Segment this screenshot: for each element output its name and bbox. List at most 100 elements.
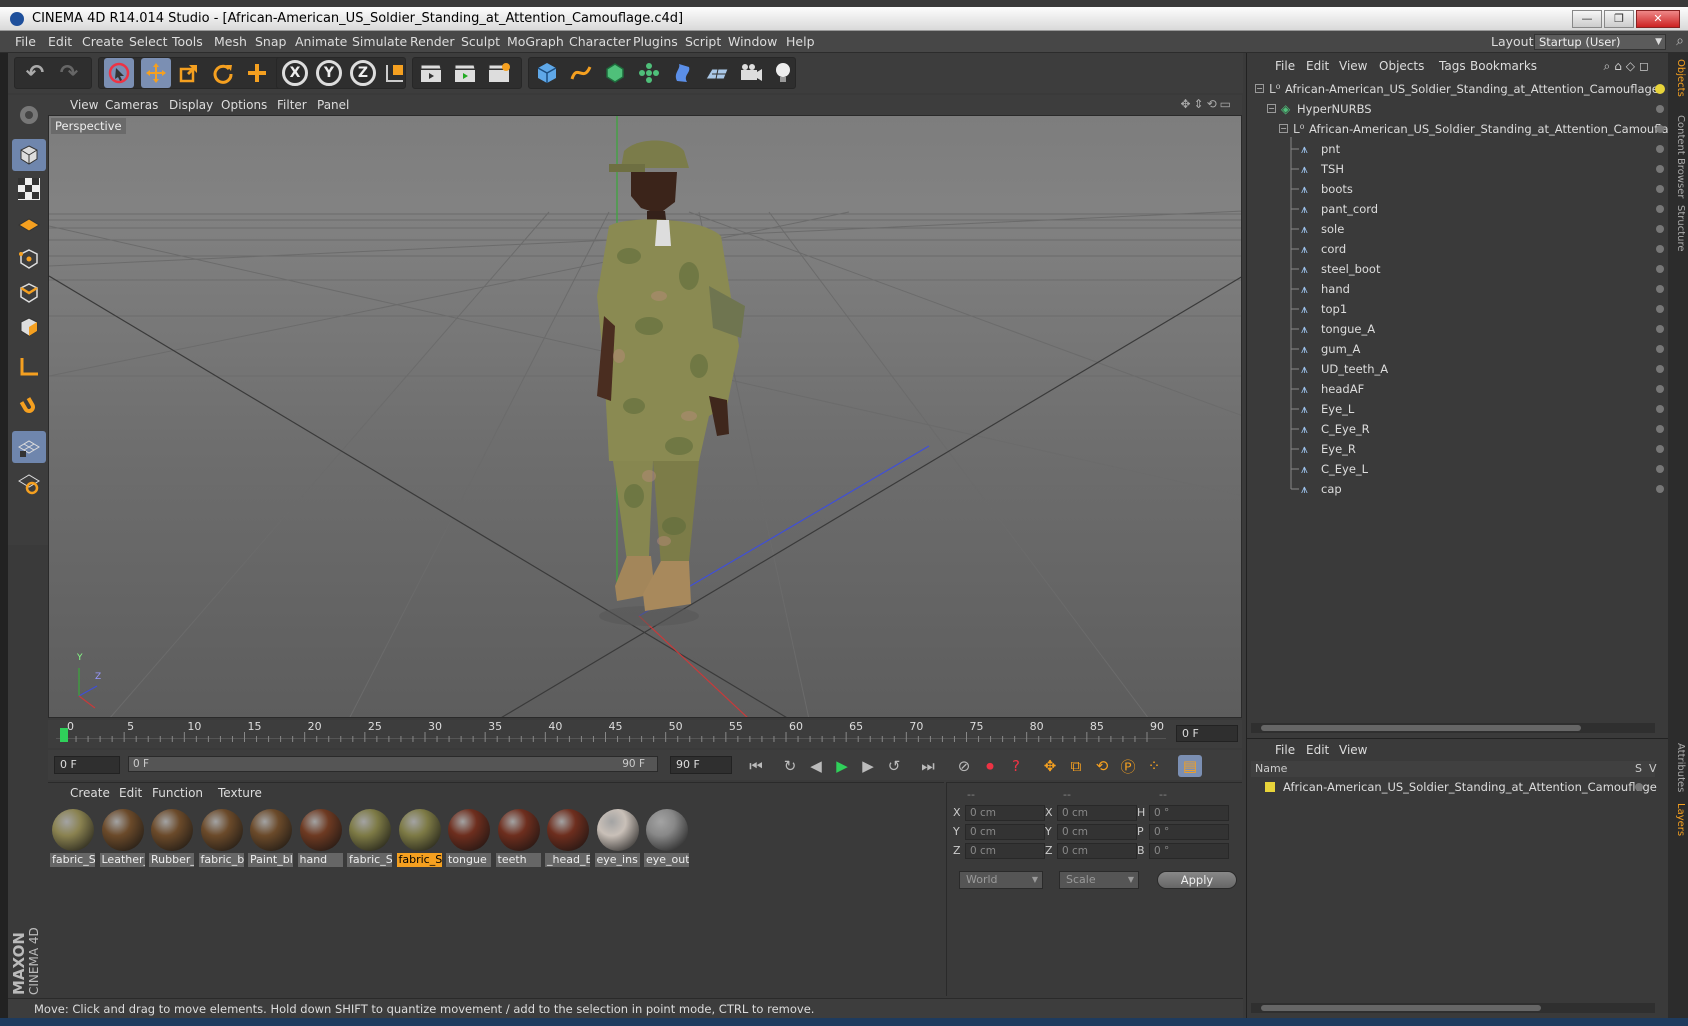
material-swatch[interactable]: teeth (495, 807, 541, 867)
material-swatch[interactable]: fabric_S (50, 807, 95, 867)
edges-mode-button[interactable] (12, 277, 46, 309)
rotate-tool-button[interactable] (208, 58, 238, 88)
tree-item-sole[interactable]: ⩚ sole (1247, 219, 1664, 239)
tree-item-group[interactable]: − L⁰ African-American_US_Soldier_Standin… (1247, 119, 1683, 139)
max-frame-field[interactable]: 90 F (670, 756, 732, 774)
scrollbar-thumb[interactable] (1261, 1005, 1541, 1011)
snap-enable-button[interactable] (12, 431, 46, 463)
tree-item-boots[interactable]: ⩚ boots (1247, 179, 1664, 199)
menu-render[interactable]: Render (410, 31, 455, 53)
coord-value-field[interactable]: 0 cm (965, 843, 1045, 859)
visibility-dot[interactable] (1656, 185, 1664, 193)
tree-item-c_eye_r[interactable]: ⩚ C_Eye_R (1247, 419, 1664, 439)
tree-item-tongue_a[interactable]: ⩚ tongue_A (1247, 319, 1664, 339)
side-tab-attributes[interactable]: Attributes (1670, 743, 1686, 792)
object-manager-icons[interactable]: ⌕⌂◇◻ (1603, 59, 1653, 74)
make-editable-button[interactable] (12, 99, 46, 131)
viewport-menu-cameras[interactable]: Cameras (105, 95, 158, 115)
menu-select[interactable]: Select (129, 31, 168, 53)
workplane-mode-button[interactable] (12, 207, 46, 239)
add-spline-button[interactable] (566, 58, 596, 88)
side-tab-content-browser[interactable]: Content Browser (1670, 115, 1686, 198)
tree-item-cord[interactable]: ⩚ cord (1247, 239, 1664, 259)
texture-mode-button[interactable] (12, 173, 46, 205)
tree-item-eye_r[interactable]: ⩚ Eye_R (1247, 439, 1664, 459)
tree-item-pnt[interactable]: ⩚ pnt (1247, 139, 1664, 159)
coord-value-field[interactable]: 0 ° (1149, 843, 1229, 859)
autokey-button[interactable]: ⏺ (978, 755, 1002, 777)
render-picture-viewer-button[interactable] (450, 58, 480, 88)
material-swatch[interactable]: Rubber_ (149, 807, 194, 867)
render-view-button[interactable] (416, 58, 446, 88)
current-frame-field[interactable]: 0 F (1176, 725, 1238, 742)
visibility-dot[interactable] (1656, 345, 1664, 353)
collapse-icon[interactable]: − (1279, 124, 1288, 133)
layer-menu-view[interactable]: View (1339, 739, 1367, 761)
coord-value-field[interactable]: 0 cm (1057, 805, 1137, 821)
tree-item-c_eye_l[interactable]: ⩚ C_Eye_L (1247, 459, 1664, 479)
coord-value-field[interactable]: 0 cm (1057, 843, 1137, 859)
object-menu-tags[interactable]: Tags (1439, 55, 1466, 77)
visibility-dot[interactable] (1656, 445, 1664, 453)
layers-horizontal-scrollbar[interactable] (1251, 1003, 1655, 1013)
axis-mode-button[interactable] (12, 351, 46, 383)
menu-file[interactable]: File (15, 31, 36, 53)
coord-value-field[interactable]: 0 ° (1149, 805, 1229, 821)
key-pla-button[interactable]: ⁘ (1142, 755, 1166, 777)
material-swatch[interactable]: hand (297, 807, 343, 867)
play-button[interactable]: ▶ (830, 755, 854, 777)
y-axis-button[interactable]: Y (314, 58, 344, 88)
minimize-button[interactable]: — (1572, 10, 1602, 28)
tree-item-steel_boot[interactable]: ⩚ steel_boot (1247, 259, 1664, 279)
visibility-dot[interactable] (1656, 485, 1664, 493)
viewport-menu-options[interactable]: Options (221, 95, 267, 115)
tree-item-root[interactable]: − L⁰ African-American_US_Soldier_Standin… (1247, 79, 1665, 99)
tree-item-cap[interactable]: ⩚ cap (1247, 479, 1664, 499)
visibility-dot[interactable] (1656, 305, 1664, 313)
collapse-icon[interactable]: − (1267, 104, 1276, 113)
side-tab-objects[interactable]: Objects (1670, 59, 1686, 97)
x-axis-button[interactable]: X (280, 58, 310, 88)
key-parameter-button[interactable]: Ⓟ (1116, 755, 1140, 777)
tree-item-tsh[interactable]: ⩚ TSH (1247, 159, 1664, 179)
visibility-dot[interactable] (1656, 425, 1664, 433)
tree-item-gum_a[interactable]: ⩚ gum_A (1247, 339, 1664, 359)
menu-simulate[interactable]: Simulate (352, 31, 407, 53)
viewport-nav-icons[interactable]: ✥⇕⟲▭ (1180, 97, 1234, 111)
material-menu-create[interactable]: Create (70, 783, 110, 803)
menu-sculpt[interactable]: Sculpt (461, 31, 500, 53)
material-menu-texture[interactable]: Texture (218, 783, 262, 803)
redo-button[interactable]: ↷ (54, 58, 84, 88)
model-mode-button[interactable] (12, 139, 46, 171)
scrollbar-thumb[interactable] (1261, 725, 1581, 731)
visibility-dot[interactable] (1656, 365, 1664, 373)
goto-end-button[interactable]: ⏭ (916, 755, 940, 777)
add-scene-button[interactable] (702, 58, 732, 88)
visibility-dot[interactable] (1656, 405, 1664, 413)
key-scale-button[interactable]: ⧉ (1064, 755, 1088, 777)
coord-size-mode-dropdown[interactable]: Scale ▼ (1059, 871, 1139, 889)
next-key-button[interactable]: ↺ (882, 755, 906, 777)
live-selection-button[interactable] (104, 58, 134, 88)
viewport-menu-display[interactable]: Display (169, 95, 213, 115)
material-menu-edit[interactable]: Edit (119, 783, 142, 803)
prev-key-button[interactable]: ↻ (778, 755, 802, 777)
tree-item-hypernurbs[interactable]: − ◈ HyperNURBS (1247, 99, 1664, 119)
search-icon[interactable]: ⌕ (1676, 33, 1684, 49)
menu-character[interactable]: Character (569, 31, 631, 53)
points-mode-button[interactable] (12, 243, 46, 275)
menu-create[interactable]: Create (82, 31, 124, 53)
visibility-dot[interactable] (1656, 245, 1664, 253)
maximize-button[interactable]: ❐ (1604, 10, 1634, 28)
locked-workplane-button[interactable] (12, 467, 46, 499)
side-tab-layers[interactable]: Layers (1670, 803, 1686, 836)
add-nurbs-button[interactable] (600, 58, 630, 88)
object-menu-edit[interactable]: Edit (1306, 55, 1329, 77)
material-swatch[interactable]: Leather_ (99, 807, 145, 867)
record-keys-button[interactable]: ⊘ (952, 755, 976, 777)
menu-help[interactable]: Help (786, 31, 815, 53)
next-frame-button[interactable]: ▶ (856, 755, 880, 777)
coord-value-field[interactable]: 0 cm (965, 805, 1045, 821)
tree-item-top1[interactable]: ⩚ top1 (1247, 299, 1664, 319)
material-swatch[interactable]: eye_ins (594, 807, 640, 867)
